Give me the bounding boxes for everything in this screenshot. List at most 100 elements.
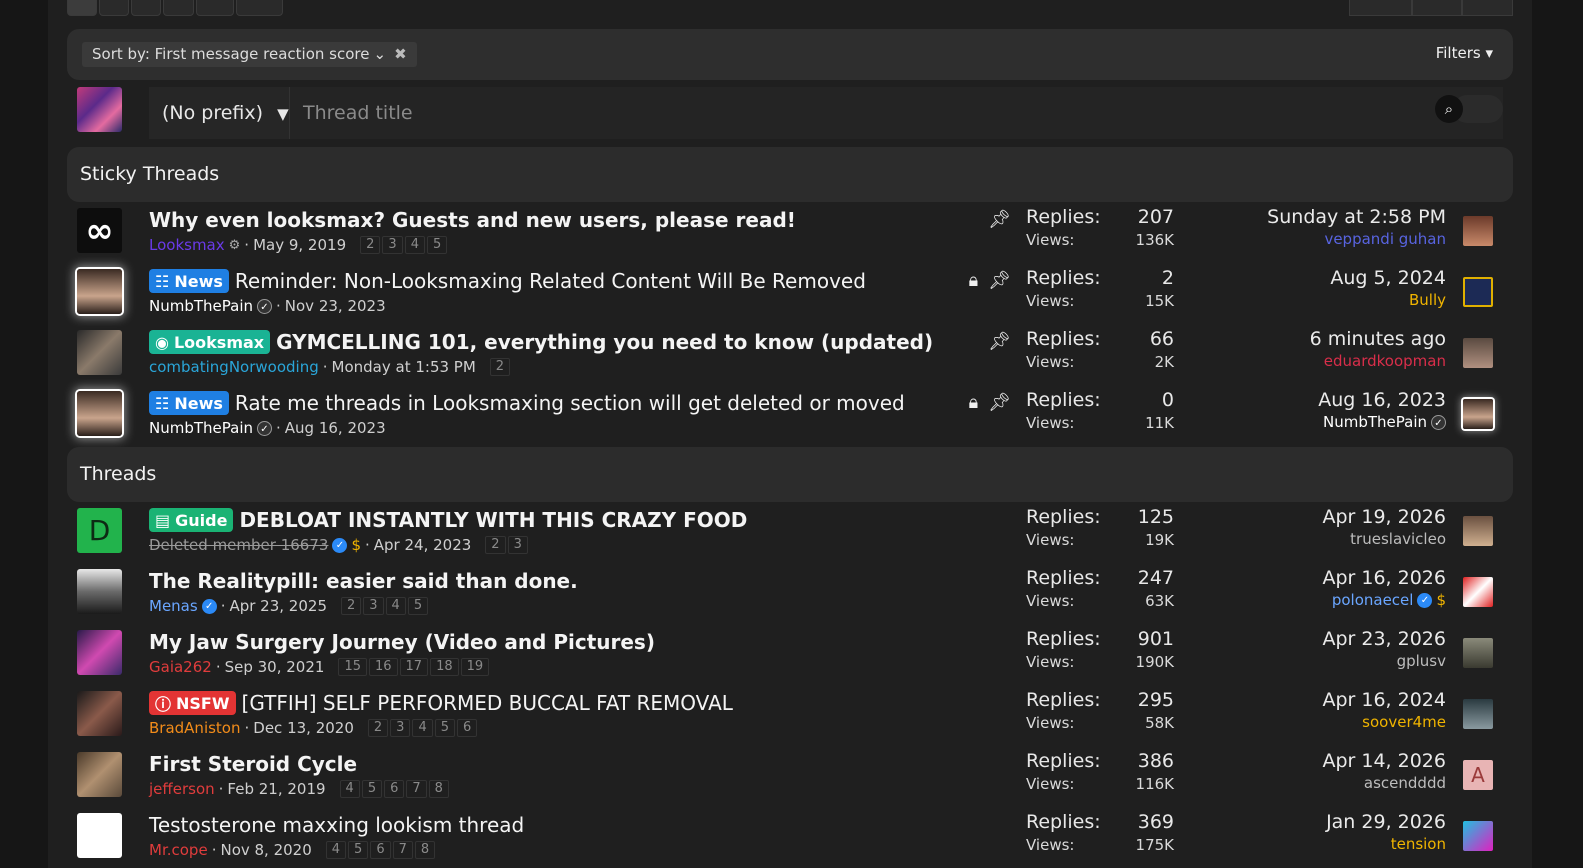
page-button[interactable] bbox=[195, 0, 234, 16]
page-link[interactable]: 2 bbox=[360, 236, 381, 254]
page-button[interactable] bbox=[99, 0, 130, 16]
page-link[interactable]: 3 bbox=[382, 236, 403, 254]
thread-title[interactable]: Testosterone maxxing lookism thread bbox=[149, 813, 524, 837]
prefix-select[interactable]: (No prefix) ▼ bbox=[149, 87, 289, 139]
author-link[interactable]: NumbThePain bbox=[149, 419, 253, 437]
avatar[interactable]: D bbox=[77, 508, 122, 553]
thread-row[interactable]: Testosterone maxxing lookism thread Mr.c… bbox=[67, 807, 1513, 868]
filters-button[interactable]: Filters ▾ bbox=[1436, 44, 1493, 62]
last-post-date[interactable]: Apr 16, 2026 bbox=[1146, 567, 1446, 589]
thread-title[interactable]: ☷ News Reminder: Non-Looksmaxing Related … bbox=[149, 269, 866, 293]
page-link[interactable]: 4 bbox=[412, 719, 433, 737]
page-link[interactable]: 2 bbox=[485, 536, 506, 554]
last-post-user[interactable]: polonaecel bbox=[1332, 591, 1414, 609]
page-link[interactable]: 6 bbox=[457, 719, 478, 737]
close-icon[interactable]: ✖ bbox=[394, 42, 407, 67]
last-post-avatar[interactable]: A bbox=[1463, 760, 1493, 790]
last-post-avatar[interactable] bbox=[1463, 399, 1493, 429]
last-post-date[interactable]: 6 minutes ago bbox=[1146, 328, 1446, 350]
avatar[interactable] bbox=[77, 752, 122, 797]
avatar[interactable] bbox=[77, 87, 122, 132]
page-link[interactable]: 5 bbox=[407, 597, 429, 615]
avatar[interactable] bbox=[77, 630, 122, 675]
page-link[interactable]: 16 bbox=[368, 658, 398, 676]
last-post-avatar[interactable] bbox=[1463, 699, 1493, 729]
page-button[interactable] bbox=[67, 0, 98, 16]
page-link[interactable]: 5 bbox=[426, 236, 448, 254]
page-link[interactable]: 15 bbox=[338, 658, 367, 676]
thread-row[interactable]: First Steroid Cycle jefferson · Feb 21, … bbox=[67, 746, 1513, 807]
last-post-user[interactable]: tension bbox=[1391, 835, 1446, 853]
avatar[interactable] bbox=[77, 569, 122, 614]
thread-title[interactable]: First Steroid Cycle bbox=[149, 752, 357, 776]
last-post-user[interactable]: veppandi guhan bbox=[1324, 230, 1446, 248]
page-link[interactable]: 4 bbox=[325, 841, 347, 859]
last-post-avatar[interactable] bbox=[1463, 577, 1493, 607]
last-post-date[interactable]: Apr 16, 2024 bbox=[1146, 689, 1446, 711]
author-link[interactable]: Looksmax bbox=[149, 236, 225, 254]
author-link[interactable]: Mr.cope bbox=[149, 841, 208, 859]
ignore-button[interactable] bbox=[1411, 0, 1463, 16]
thread-title[interactable]: ⓘ NSFW [GTFIH] SELF PERFORMED BUCCAL FAT … bbox=[149, 691, 733, 715]
avatar[interactable] bbox=[77, 269, 122, 314]
prefix-badge[interactable]: ☷ News bbox=[149, 391, 229, 415]
page-link[interactable]: 3 bbox=[507, 536, 528, 554]
sort-chip[interactable]: Sort by: First message reaction score ⌄ … bbox=[82, 42, 417, 67]
thread-row[interactable]: ∞ Why even looksmax? Guests and new user… bbox=[67, 202, 1513, 263]
author-link[interactable]: combatingNorwooding bbox=[149, 358, 319, 376]
thread-title[interactable]: ☷ News Rate me threads in Looksmaxing sec… bbox=[149, 391, 905, 415]
thread-row[interactable]: D ▤ Guide DEBLOAT INSTANTLY WITH THIS CRA… bbox=[67, 502, 1513, 563]
author-link[interactable]: Menas bbox=[149, 597, 198, 615]
thread-title-input[interactable]: Thread title bbox=[289, 87, 1503, 139]
page-link[interactable]: 4 bbox=[339, 780, 360, 798]
last-post-date[interactable]: Jan 29, 2026 bbox=[1146, 811, 1446, 833]
last-post-user[interactable]: Bully bbox=[1409, 291, 1446, 309]
page-link[interactable]: 6 bbox=[370, 841, 391, 859]
page-button[interactable] bbox=[131, 0, 162, 16]
last-post-user[interactable]: NumbThePain bbox=[1323, 413, 1427, 431]
last-post-date[interactable]: Sunday at 2:58 PM bbox=[1146, 206, 1446, 228]
search-icon[interactable]: ⌕ bbox=[1435, 95, 1463, 123]
watch-button[interactable] bbox=[1462, 0, 1513, 16]
author-link[interactable]: jefferson bbox=[149, 780, 215, 798]
last-post-avatar[interactable] bbox=[1463, 216, 1493, 246]
thread-title[interactable]: ▤ Guide DEBLOAT INSTANTLY WITH THIS CRAZY… bbox=[149, 508, 747, 532]
last-post-date[interactable]: Apr 19, 2026 bbox=[1146, 506, 1446, 528]
page-link[interactable]: 2 bbox=[340, 597, 362, 615]
next-page-button[interactable] bbox=[235, 0, 283, 16]
page-link[interactable]: 2 bbox=[489, 358, 511, 376]
page-link[interactable]: 4 bbox=[385, 597, 406, 615]
page-link[interactable]: 7 bbox=[406, 780, 427, 798]
page-link[interactable]: 5 bbox=[434, 719, 455, 737]
last-post-user[interactable]: eduardkoopman bbox=[1324, 352, 1446, 370]
prefix-badge[interactable]: ☷ News bbox=[149, 269, 229, 293]
last-post-avatar[interactable] bbox=[1463, 638, 1493, 668]
last-post-user[interactable]: gplusv bbox=[1397, 652, 1446, 670]
last-post-date[interactable]: Aug 5, 2024 bbox=[1146, 267, 1446, 289]
thread-title[interactable]: ◉ Looksmax GYMCELLING 101, everything you… bbox=[149, 330, 933, 354]
prefix-badge[interactable]: ◉ Looksmax bbox=[149, 330, 271, 354]
thread-row[interactable]: ◉ Looksmax GYMCELLING 101, everything you… bbox=[67, 324, 1513, 385]
last-post-avatar[interactable] bbox=[1463, 821, 1493, 851]
page-link[interactable]: 3 bbox=[363, 597, 384, 615]
prefix-badge[interactable]: ▤ Guide bbox=[149, 508, 234, 532]
page-link[interactable]: 17 bbox=[399, 658, 429, 676]
last-post-user[interactable]: ascendddd bbox=[1364, 774, 1446, 792]
last-post-avatar[interactable] bbox=[1463, 516, 1493, 546]
last-post-user[interactable]: soover4me bbox=[1362, 713, 1446, 731]
page-link[interactable]: 5 bbox=[361, 780, 383, 798]
author-link[interactable]: Gaia262 bbox=[149, 658, 212, 676]
last-post-date[interactable]: Apr 14, 2026 bbox=[1146, 750, 1446, 772]
avatar[interactable] bbox=[77, 813, 122, 858]
prefix-badge[interactable]: ⓘ NSFW bbox=[149, 691, 236, 715]
author-link[interactable]: NumbThePain bbox=[149, 297, 253, 315]
page-link[interactable]: 8 bbox=[414, 841, 436, 859]
author-link[interactable]: Deleted member 16673 bbox=[149, 536, 328, 554]
page-link[interactable]: 5 bbox=[348, 841, 369, 859]
avatar[interactable] bbox=[77, 391, 122, 436]
thread-row[interactable]: ☷ News Rate me threads in Looksmaxing sec… bbox=[67, 385, 1513, 446]
page-link[interactable]: 18 bbox=[430, 658, 459, 676]
page-link[interactable]: 8 bbox=[428, 780, 449, 798]
thread-row[interactable]: The Realitypill: easier said than done. … bbox=[67, 563, 1513, 624]
thread-row[interactable]: My Jaw Surgery Journey (Video and Pictur… bbox=[67, 624, 1513, 685]
